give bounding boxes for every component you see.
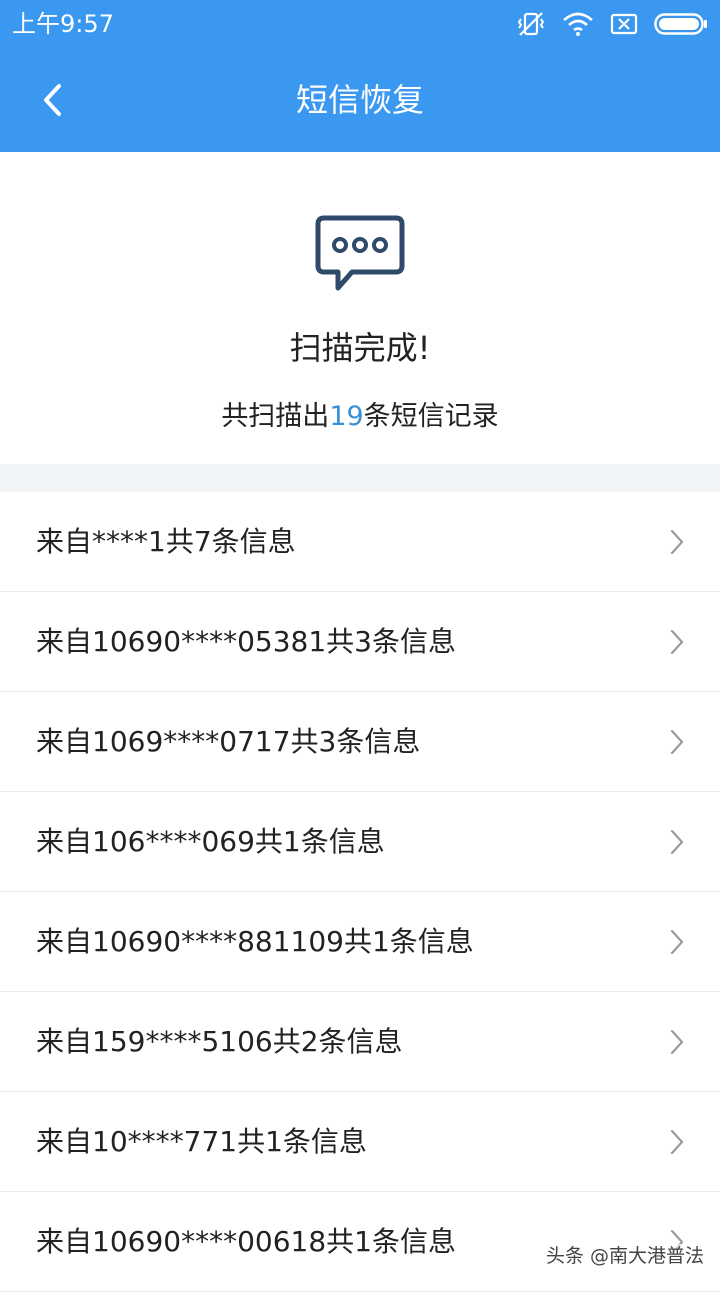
scan-result-text: 共扫描出19条短信记录 [0, 398, 720, 436]
sim-disabled-icon [610, 13, 638, 35]
battery-icon [654, 13, 707, 35]
app-bar: 短信恢复 [0, 48, 720, 152]
list-item-label: 来自159****5106共2条信息 [36, 1025, 403, 1058]
list-item[interactable]: 来自159****5106共2条信息 [0, 992, 720, 1092]
list-item-label: 来自10690****00618共1条信息 [36, 1225, 456, 1258]
chevron-right-icon [670, 529, 684, 555]
message-bubble-icon [315, 215, 405, 291]
list-item[interactable]: 来自10690****05381共3条信息 [0, 592, 720, 692]
list-item[interactable]: 来自10690****881109共1条信息 [0, 892, 720, 992]
section-divider [0, 464, 720, 492]
wifi-icon [563, 12, 593, 36]
list-item[interactable]: 来自106****069共1条信息 [0, 792, 720, 892]
scan-result-suffix: 条短信记录 [363, 401, 499, 432]
scan-result-count: 19 [329, 401, 364, 432]
page-title: 短信恢复 [295, 81, 424, 119]
chevron-right-icon [670, 829, 684, 855]
list-item[interactable]: 来自10690****00618共1条信息 [0, 1192, 720, 1292]
chevron-right-icon [670, 729, 684, 755]
scan-summary: 扫描完成! 共扫描出19条短信记录 [0, 152, 720, 464]
list-item-label: 来自10690****881109共1条信息 [36, 925, 474, 958]
list-item-label: 来自10****771共1条信息 [36, 1125, 367, 1158]
watermark: 头条 @南大港普法 [543, 1244, 706, 1268]
chevron-right-icon [670, 929, 684, 955]
scan-result-prefix: 共扫描出 [221, 401, 330, 432]
list-item-label: 来自106****069共1条信息 [36, 825, 385, 858]
scan-complete-title: 扫描完成! [289, 329, 431, 367]
list-item[interactable]: 来自1069****0717共3条信息 [0, 692, 720, 792]
chevron-right-icon [670, 1129, 684, 1155]
list-item[interactable]: 来自****1共7条信息 [0, 492, 720, 592]
chevron-right-icon [670, 1029, 684, 1055]
list-item-label: 来自1069****0717共3条信息 [36, 725, 421, 758]
sms-sender-list: 来自****1共7条信息 来自10690****05381共3条信息 来自106… [0, 492, 720, 1292]
list-item-label: 来自10690****05381共3条信息 [36, 625, 456, 658]
list-item-label: 来自****1共7条信息 [36, 525, 296, 558]
status-bar: 上午9:57 [0, 0, 720, 48]
status-icons [516, 10, 708, 38]
status-time: 上午9:57 [12, 10, 114, 38]
vibrate-icon [517, 12, 545, 36]
chevron-right-icon [670, 629, 684, 655]
list-item[interactable]: 来自10****771共1条信息 [0, 1092, 720, 1192]
